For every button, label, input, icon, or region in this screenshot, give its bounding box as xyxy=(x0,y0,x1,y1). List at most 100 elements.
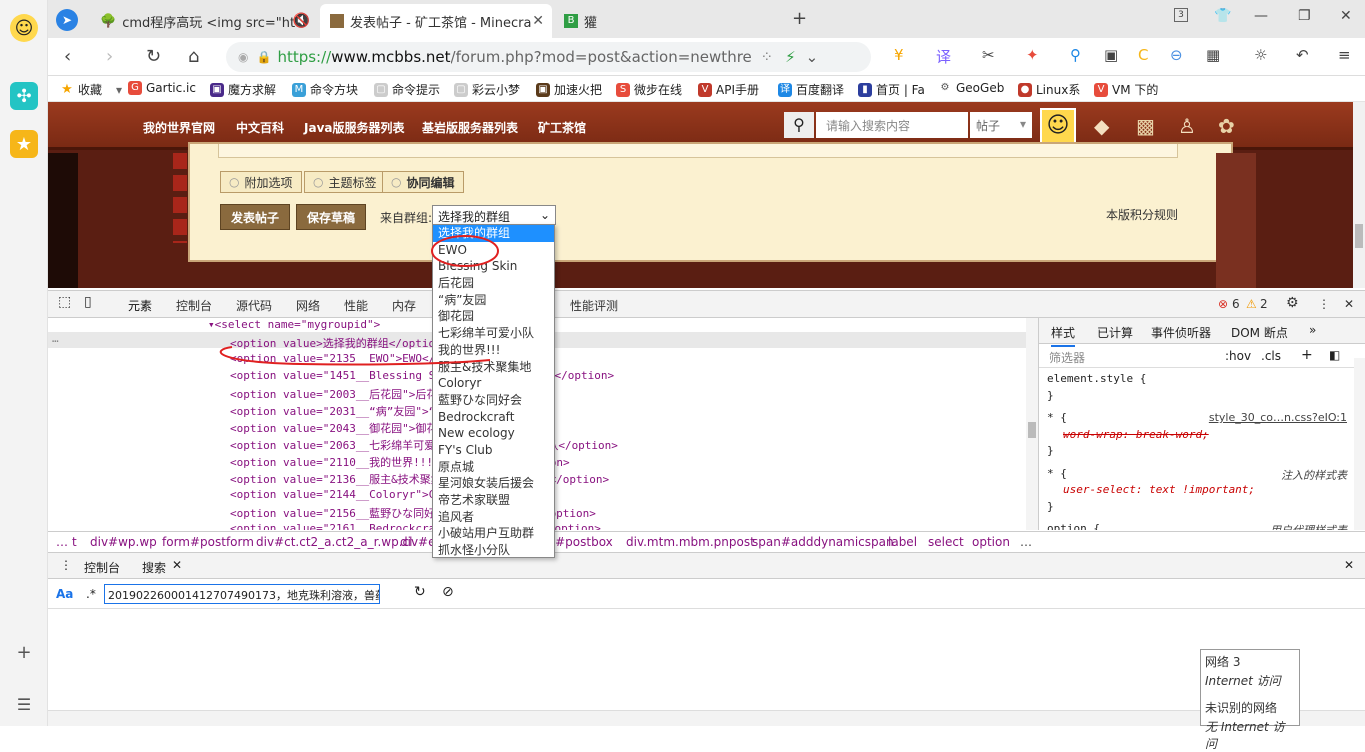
group-option[interactable]: “病”友园 xyxy=(433,292,554,309)
shirt-icon[interactable]: 👕 xyxy=(1214,8,1231,24)
nav-link[interactable]: 矿工茶馆 xyxy=(538,119,586,136)
minus-circle-icon[interactable]: ⊖ xyxy=(1170,46,1183,64)
undo-icon[interactable]: ↶ xyxy=(1296,46,1309,64)
star-icon[interactable]: ★ xyxy=(10,130,38,158)
nav-link[interactable]: 基岩版服务器列表 xyxy=(422,119,518,136)
add-rule-icon[interactable]: + xyxy=(1301,347,1313,363)
more-icon[interactable]: … xyxy=(1020,535,1032,549)
gear-icon[interactable]: ⚙ xyxy=(1286,295,1299,311)
inspect-icon[interactable]: ⬚ xyxy=(58,294,71,310)
search-type-select[interactable]: 帖子 ▾ xyxy=(970,112,1032,138)
brightness-icon[interactable]: ☼ xyxy=(1254,46,1267,64)
tab-event-listeners[interactable]: 事件侦听器 xyxy=(1151,324,1211,341)
mute-icon[interactable]: 🔇 xyxy=(293,13,310,29)
ellipsis-icon[interactable]: … xyxy=(52,332,59,345)
extra-options-button[interactable]: ○ 附加选项 xyxy=(220,171,302,193)
avatar[interactable]: ☺ xyxy=(10,14,38,42)
nav-link[interactable]: Java版服务器列表 xyxy=(304,119,404,136)
tab-lighthouse[interactable]: 性能评测 xyxy=(570,297,618,314)
grid-icon[interactable]: ⁘ xyxy=(761,48,774,66)
style-property[interactable]: word-wrap: break-word; xyxy=(1063,428,1209,441)
reload-icon[interactable]: ↻ xyxy=(146,46,161,67)
post-button[interactable]: 发表帖子 xyxy=(220,204,290,230)
tab-performance[interactable]: 性能 xyxy=(344,297,368,314)
close-icon[interactable]: ✕ xyxy=(1344,297,1354,311)
group-option[interactable]: 小破站用户互助群 xyxy=(433,525,554,542)
breadcrumb-item[interactable]: label xyxy=(888,535,917,549)
close-icon[interactable]: ✕ xyxy=(532,13,544,29)
scroll-thumb[interactable] xyxy=(1028,422,1036,438)
style-selector[interactable]: element.style { xyxy=(1047,372,1146,385)
group-option[interactable]: 藍野ひな同好会 xyxy=(433,392,554,409)
filter-input[interactable]: 筛选器 xyxy=(1049,349,1085,366)
bolt-icon[interactable]: ⚡ xyxy=(785,48,796,66)
group-option[interactable]: New ecology xyxy=(433,425,554,442)
more-icon[interactable]: ⋮ xyxy=(60,558,72,572)
style-selector[interactable]: } xyxy=(1047,500,1054,513)
breadcrumb-item[interactable]: div#wp.wp xyxy=(90,535,157,549)
scissors-icon[interactable]: ✂ xyxy=(982,46,995,64)
style-selector[interactable]: * { xyxy=(1047,467,1067,480)
site-search-input[interactable]: 请输入搜索内容 xyxy=(816,112,968,138)
clear-icon[interactable]: ⊘ xyxy=(442,584,454,600)
group-option[interactable]: Blessing Skin xyxy=(433,258,554,275)
group-option[interactable]: EWO xyxy=(433,242,554,259)
elements-scrollbar[interactable] xyxy=(1026,318,1038,530)
dom-node-line[interactable]: <option value="1451__Blessing Skin">Bles… xyxy=(230,369,614,382)
cls-toggle[interactable]: .cls xyxy=(1261,349,1281,363)
close-window-icon[interactable]: ✕ xyxy=(1340,8,1352,24)
topic-tags-button[interactable]: ○ 主题标签 xyxy=(304,171,386,193)
bookmark-item[interactable]: S 微步在线 xyxy=(616,81,682,98)
bookmark-item[interactable]: V API手册 xyxy=(698,81,759,98)
translate-icon[interactable]: 译 xyxy=(936,46,951,67)
bookmark-favorites[interactable]: ★ 收藏 ▾ xyxy=(60,81,122,98)
tab-sources[interactable]: 源代码 xyxy=(236,297,272,314)
tab-memory[interactable]: 内存 xyxy=(392,297,416,314)
drawer-tab-search[interactable]: 搜索 xyxy=(142,559,167,581)
dom-node-line[interactable]: ▾<select name="mygroupid"> xyxy=(208,318,380,331)
scroll-thumb[interactable] xyxy=(1355,224,1363,248)
bookmark-item[interactable]: ▢ 彩云小梦 xyxy=(454,81,520,98)
group-option[interactable]: 御花园 xyxy=(433,308,554,325)
game-icon[interactable]: ✦ xyxy=(1026,46,1039,64)
hov-toggle[interactable]: :hov xyxy=(1225,349,1251,363)
save-draft-button[interactable]: 保存草稿 xyxy=(296,204,366,230)
bookmark-item[interactable]: ⚙ GeoGeb xyxy=(938,81,1005,95)
restore-icon[interactable]: ❐ xyxy=(1298,8,1311,24)
tab-network[interactable]: 网络 xyxy=(296,297,320,314)
group-option[interactable]: 七彩绵羊可爱小队 xyxy=(433,325,554,342)
back-icon[interactable]: ‹ xyxy=(64,46,71,67)
new-tab-icon[interactable]: + xyxy=(792,8,807,29)
bookmark-item[interactable]: ▢ 命令提示 xyxy=(374,81,440,98)
minimize-icon[interactable]: — xyxy=(1254,8,1268,24)
breadcrumb-item[interactable]: span#adddynamicspan xyxy=(752,535,894,549)
device-icon[interactable]: ▯ xyxy=(84,294,92,310)
chest-icon[interactable]: ▩ xyxy=(1136,114,1155,138)
breadcrumb-item[interactable]: … xyxy=(56,535,68,549)
bookmark-item[interactable]: G Gartic.ic xyxy=(128,81,196,95)
breadcrumb-item[interactable]: form#postform xyxy=(162,535,254,549)
breadcrumb-item[interactable]: t xyxy=(72,535,77,549)
sidebar-toggle-icon[interactable]: ◧ xyxy=(1329,348,1340,362)
dom-node-line[interactable]: <option value="2063__七彩绵羊可爱小队">七彩绵羊可爱小队<… xyxy=(230,437,618,453)
style-source[interactable]: style_30_co…n.css?eIO:1 xyxy=(1209,411,1347,424)
more-tabs-icon[interactable]: » xyxy=(1309,323,1316,337)
breadcrumb-item[interactable]: v#postbox xyxy=(548,535,613,549)
add-icon[interactable]: + xyxy=(10,638,38,666)
tab-dom-breakpoints[interactable]: DOM 断点 xyxy=(1231,324,1288,341)
bookmark-item[interactable]: V VM 下的 xyxy=(1094,81,1158,98)
more-icon[interactable]: ⋮ xyxy=(1318,297,1330,311)
group-option[interactable]: Coloryr xyxy=(433,375,554,392)
palette-icon[interactable]: ✿ xyxy=(1218,114,1235,138)
tab-badger[interactable]: B 獾 xyxy=(554,4,784,38)
search-icon[interactable]: ⚲ xyxy=(784,112,814,138)
group-option[interactable]: 选择我的群组 xyxy=(433,225,554,242)
tab-elements[interactable]: 元素 xyxy=(128,297,153,320)
group-option[interactable]: 我的世界!!! xyxy=(433,342,554,359)
style-selector[interactable]: } xyxy=(1047,389,1054,402)
bookmark-item[interactable]: 译百度翻译 xyxy=(778,81,844,98)
style-selector[interactable]: option { xyxy=(1047,522,1100,530)
group-option[interactable]: FY's Club xyxy=(433,442,554,459)
navigate-icon[interactable]: ➤ xyxy=(56,9,78,31)
close-drawer-icon[interactable]: ✕ xyxy=(1344,558,1354,572)
